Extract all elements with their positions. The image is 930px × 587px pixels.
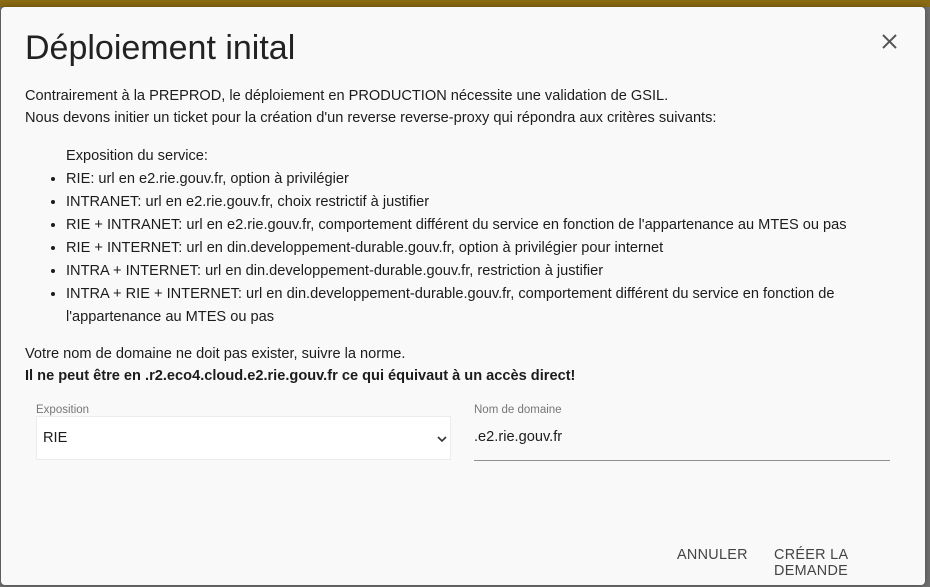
domain-note: Votre nom de domaine ne doit pas exister… <box>25 343 905 387</box>
list-item: RIE + INTRANET: url en e2.rie.gouv.fr, c… <box>66 214 905 237</box>
list-item: INTRA + RIE + INTERNET: url en din.devel… <box>66 283 905 329</box>
list-item: RIE + INTERNET: url en din.developpement… <box>66 237 905 260</box>
close-icon <box>882 34 897 49</box>
cancel-button[interactable]: ANNULER <box>677 547 748 563</box>
exposition-select[interactable]: RIE <box>36 416 451 460</box>
criteria-heading: Exposition du service: <box>66 148 208 164</box>
dialog-title: Déploiement inital <box>25 29 296 67</box>
intro-line-2: Nous devons initier un ticket pour la cr… <box>25 110 717 126</box>
create-request-button[interactable]: CRÉER LA DEMANDE <box>774 547 925 579</box>
domain-name-input[interactable]: .e2.rie.gouv.fr <box>474 416 890 461</box>
intro-line-1: Contrairement à la PREPROD, le déploieme… <box>25 88 669 104</box>
list-item: INTRA + INTERNET: url en din.developpeme… <box>66 260 905 283</box>
chevron-down-icon <box>437 436 447 443</box>
list-item: RIE: url en e2.rie.gouv.fr, option à pri… <box>66 168 905 191</box>
exposition-label: Exposition <box>36 404 90 416</box>
backdrop-strip <box>0 0 930 7</box>
exposition-value: RIE <box>43 430 68 446</box>
list-item: INTRANET: url en e2.rie.gouv.fr, choix r… <box>66 191 905 214</box>
note-text: Votre nom de domaine ne doit pas exister… <box>25 346 406 362</box>
domain-name-value: .e2.rie.gouv.fr <box>474 429 563 445</box>
criteria-section: Exposition du service: RIE: url en e2.ri… <box>25 145 905 329</box>
deploy-dialog: Déploiement inital Contrairement à la PR… <box>1 7 925 585</box>
criteria-list: RIE: url en e2.rie.gouv.fr, option à pri… <box>25 168 905 329</box>
intro-text: Contrairement à la PREPROD, le déploieme… <box>25 85 905 129</box>
domain-label: Nom de domaine <box>474 404 562 416</box>
close-button[interactable] <box>877 30 901 54</box>
warning-text: Il ne peut être en .r2.eco4.cloud.e2.rie… <box>25 368 576 384</box>
